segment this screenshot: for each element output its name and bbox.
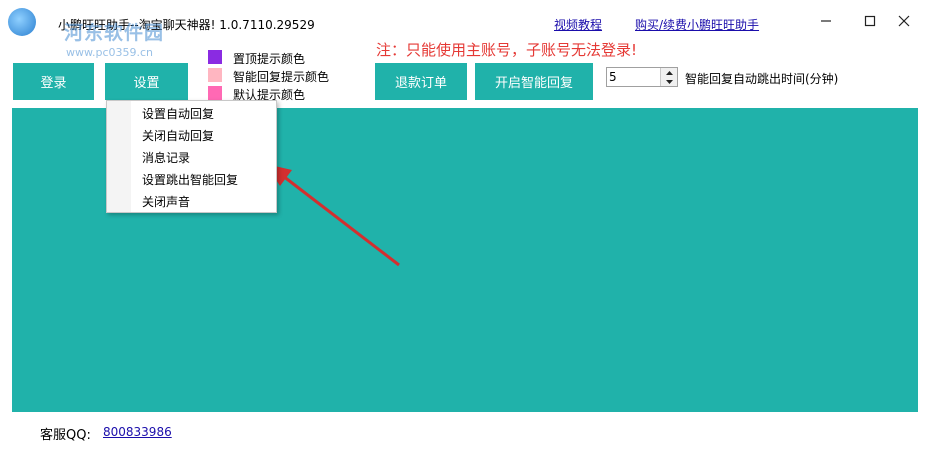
menu-item-smart-reply-exit[interactable]: 设置跳出智能回复 xyxy=(109,169,274,191)
close-icon[interactable] xyxy=(893,10,915,32)
maximize-icon[interactable] xyxy=(859,10,881,32)
refund-orders-button[interactable]: 退款订单 xyxy=(375,63,467,100)
menu-item-message-history[interactable]: 消息记录 xyxy=(109,147,274,169)
video-tutorial-link[interactable]: 视频教程 xyxy=(554,16,602,33)
timeout-stepper[interactable] xyxy=(606,67,678,87)
pinned-color-label: 置顶提示颜色 xyxy=(233,52,306,66)
default-color-swatch[interactable] xyxy=(208,86,222,100)
smart-reply-color-swatch[interactable] xyxy=(208,68,222,82)
stepper-arrows xyxy=(660,68,677,86)
support-qq-label: 客服QQ: xyxy=(40,428,91,443)
watermark-url: www.pc0359.cn xyxy=(66,46,154,59)
timeout-label: 智能回复自动跳出时间(分钟) xyxy=(685,72,839,86)
smart-reply-color-label: 智能回复提示颜色 xyxy=(233,70,330,84)
login-notice: 注：只能使用主账号，子账号无法登录! xyxy=(376,41,638,59)
settings-dropdown-menu: 设置自动回复 关闭自动回复 消息记录 设置跳出智能回复 关闭声音 xyxy=(106,100,277,213)
pinned-color-swatch[interactable] xyxy=(208,50,222,64)
menu-item-mute-sound[interactable]: 关闭声音 xyxy=(109,191,274,213)
enable-smart-reply-button[interactable]: 开启智能回复 xyxy=(475,63,593,100)
minimize-icon[interactable] xyxy=(815,10,837,32)
window-title: 小鹏旺旺助手--淘宝聊天神器! 1.0.7110.29529 xyxy=(58,18,315,32)
menu-item-disable-auto-reply[interactable]: 关闭自动回复 xyxy=(109,125,274,147)
login-button[interactable]: 登录 xyxy=(13,63,94,100)
purchase-renew-link[interactable]: 购买/续费小鹏旺旺助手 xyxy=(635,16,759,33)
settings-button[interactable]: 设置 xyxy=(105,63,188,100)
timeout-input[interactable] xyxy=(609,69,659,85)
support-qq-link[interactable]: 800833986 xyxy=(103,425,172,439)
stepper-down-icon[interactable] xyxy=(661,77,677,86)
menu-item-set-auto-reply[interactable]: 设置自动回复 xyxy=(109,103,274,125)
app-logo-icon xyxy=(8,8,36,36)
